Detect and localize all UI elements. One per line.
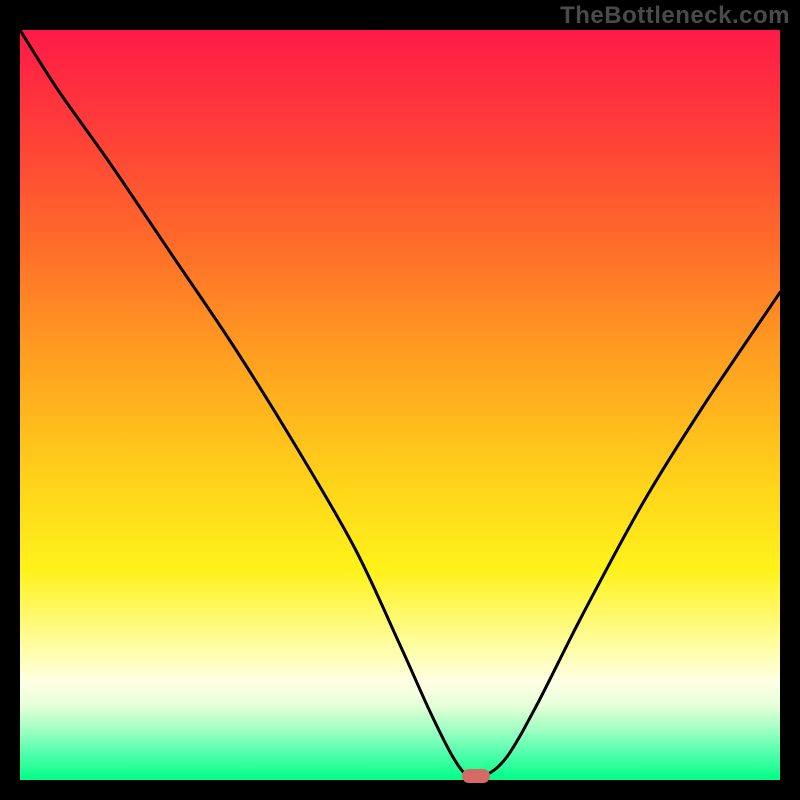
chart-frame: TheBottleneck.com [0,0,800,800]
watermark-text: TheBottleneck.com [560,2,790,30]
optimal-marker [462,769,490,783]
bottleneck-curve [20,30,780,779]
plot-area [20,30,780,780]
curve-svg [20,30,780,780]
